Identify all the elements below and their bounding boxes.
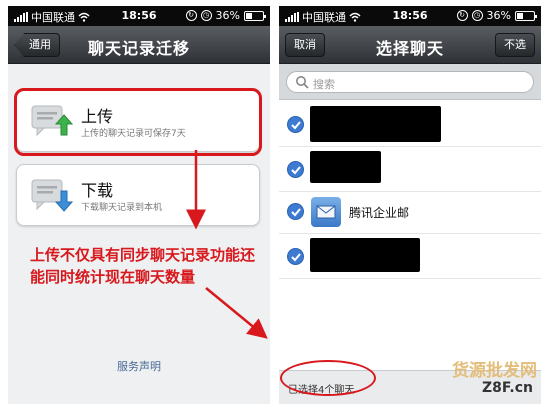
search-placeholder: 搜索 [313, 78, 335, 91]
chat-row[interactable]: 腾讯企业邮 [279, 189, 541, 234]
watermark-domain: Z8F.cn [482, 380, 533, 396]
status-bar: 中国联通 18:56 ↻ ◷ 36% [279, 6, 541, 26]
battery-icon [515, 10, 537, 21]
mail-app-icon [311, 197, 341, 227]
checkmark-icon[interactable] [287, 116, 304, 133]
alarm-icon: ◷ [471, 10, 483, 21]
chat-row[interactable] [279, 234, 541, 279]
chat-row[interactable] [279, 102, 541, 147]
redacted-chat-name [310, 238, 420, 272]
checkmark-icon[interactable] [287, 203, 304, 220]
redacted-chat-name [310, 106, 441, 142]
rotation-lock-icon: ↻ [456, 10, 468, 21]
search-input[interactable]: 搜索 [286, 71, 534, 93]
search-icon [296, 76, 309, 89]
checkmark-icon[interactable] [287, 248, 304, 265]
chat-name: 腾讯企业邮 [349, 206, 410, 220]
chat-row[interactable] [279, 147, 541, 192]
checkmark-icon[interactable] [287, 161, 304, 178]
nav-bar: 取消 选择聊天 不选 [279, 26, 541, 64]
right-phone-screen: 中国联通 18:56 ↻ ◷ 36% 取消 选择聊天 不选 搜索 腾讯企业邮 已… [279, 6, 541, 404]
watermark-text: 货源批发网 [452, 361, 537, 381]
battery-percent: 36% [486, 9, 511, 22]
selected-count-highlight [280, 360, 376, 396]
redacted-chat-name [310, 151, 381, 183]
deselect-button[interactable]: 不选 [495, 33, 535, 57]
search-bar: 搜索 [279, 64, 541, 100]
arrow-diagonal [205, 287, 268, 339]
